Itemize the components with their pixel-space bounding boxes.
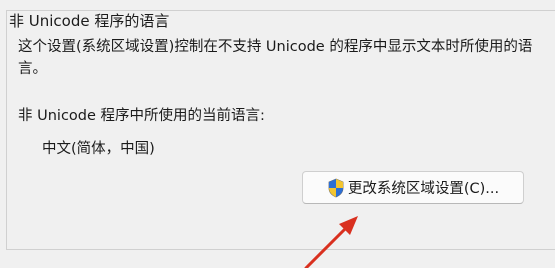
group-title: 非 Unicode 程序的语言 [7, 11, 174, 31]
current-language-label: 非 Unicode 程序中所使用的当前语言: [18, 108, 265, 124]
change-button-label: 更改系统区域设置(C)... [347, 181, 500, 197]
change-system-locale-button[interactable]: 更改系统区域设置(C)... [302, 171, 524, 204]
description-text: 这个设置(系统区域设置)控制在不支持 Unicode 的程序中显示文本时所使用的… [18, 39, 533, 77]
uac-shield-icon [327, 178, 345, 198]
current-language-value: 中文(简体，中国) [42, 141, 155, 157]
